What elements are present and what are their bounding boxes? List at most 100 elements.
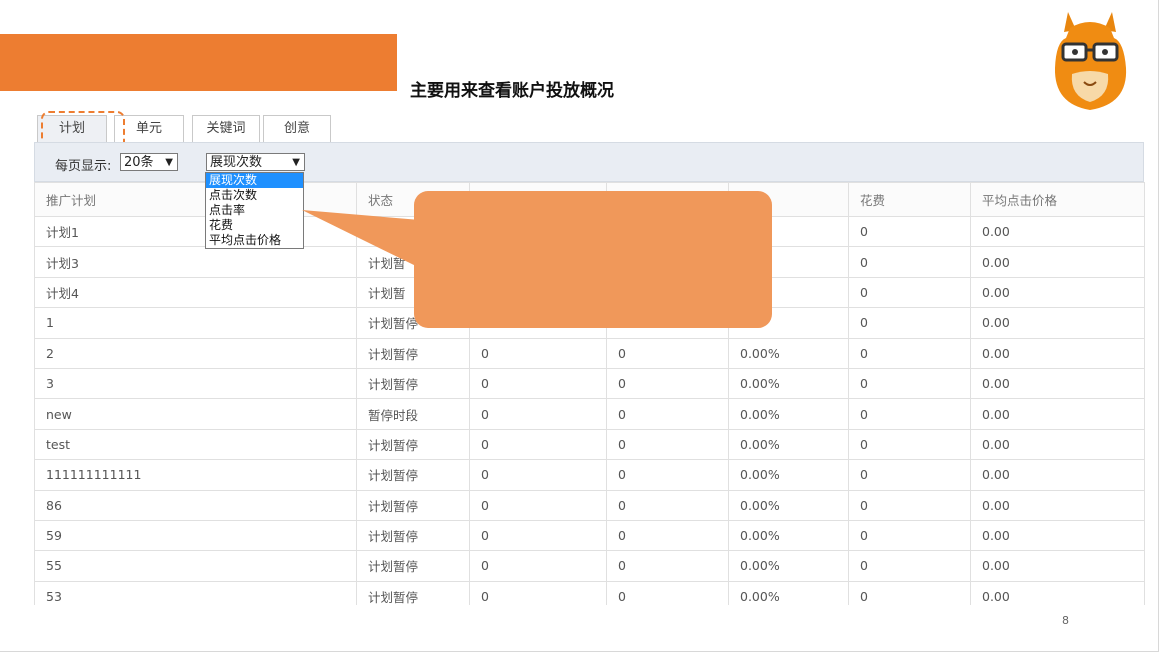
sort-option[interactable]: 点击次数	[206, 188, 303, 203]
cell-cost: 0	[848, 550, 971, 582]
col-header-avg-cpc[interactable]: 平均点击价格	[970, 182, 1145, 217]
table-row[interactable]: 53 计划暂停 0 0 0.00% 0 0.00	[34, 580, 1145, 606]
cell-impressions: 0	[469, 519, 607, 552]
tab-plan[interactable]: 计划	[37, 115, 107, 144]
cell-campaign[interactable]: test	[34, 428, 357, 461]
cell-campaign[interactable]: 3	[34, 367, 357, 400]
cell-avg-cpc: 0.00	[970, 428, 1145, 461]
cell-campaign[interactable]: 1	[34, 307, 357, 339]
cell-impressions: 0	[469, 337, 607, 369]
cell-clicks: 0	[606, 398, 729, 430]
cell-ctr: 0.00%	[728, 519, 849, 552]
sort-option[interactable]: 展现次数	[206, 173, 303, 188]
cell-cost: 0	[848, 428, 971, 461]
cell-cost: 0	[848, 519, 971, 552]
cell-cost: 0	[848, 398, 971, 430]
per-page-select[interactable]: 20条 ▼	[120, 153, 178, 171]
tab-creative[interactable]: 创意	[263, 115, 331, 142]
cell-avg-cpc: 0.00	[970, 459, 1145, 491]
sort-select[interactable]: 展现次数 ▼	[206, 153, 305, 171]
cell-ctr: 0.00%	[728, 459, 849, 491]
cell-clicks: 0	[606, 580, 729, 606]
title-accent-bar	[0, 34, 397, 91]
cell-avg-cpc: 0.00	[970, 489, 1145, 521]
cell-avg-cpc: 0.00	[970, 307, 1145, 339]
cell-ctr: 0.00%	[728, 367, 849, 400]
cell-cost: 0	[848, 489, 971, 521]
per-page-label: 每页显示:	[55, 159, 112, 174]
sort-option[interactable]: 花费	[206, 218, 303, 233]
per-page-value: 20条	[124, 155, 154, 170]
sort-dropdown-list: 展现次数 点击次数 点击率 花费 平均点击价格	[205, 172, 304, 249]
cell-avg-cpc: 0.00	[970, 519, 1145, 552]
table-row[interactable]: new 暂停时段 0 0 0.00% 0 0.00	[34, 398, 1145, 430]
cell-avg-cpc: 0.00	[970, 215, 1145, 248]
cell-status: 计划暂停	[356, 428, 470, 461]
col-header-cost[interactable]: 花费	[848, 182, 971, 217]
cell-avg-cpc: 0.00	[970, 550, 1145, 582]
cell-avg-cpc: 0.00	[970, 276, 1145, 309]
cell-cost: 0	[848, 367, 971, 400]
page-number: 8	[1062, 614, 1069, 627]
embedded-screenshot: 计划 单元 关键词 创意 每页显示: 20条 ▼ 展现次数 ▼ 展现次数 点击次…	[20, 110, 1150, 606]
cell-ctr: 0.00%	[728, 550, 849, 582]
cell-clicks: 0	[606, 428, 729, 461]
slide-heading: 主要用来查看账户投放概况	[410, 81, 614, 101]
cell-clicks: 0	[606, 550, 729, 582]
cell-clicks: 0	[606, 489, 729, 521]
cell-impressions: 0	[469, 580, 607, 606]
cell-status: 计划暂停	[356, 367, 470, 400]
cell-campaign[interactable]: 计划3	[34, 246, 357, 278]
cell-campaign[interactable]: 86	[34, 489, 357, 521]
cell-campaign[interactable]: 59	[34, 519, 357, 552]
cell-cost: 0	[848, 459, 971, 491]
cell-avg-cpc: 0.00	[970, 337, 1145, 369]
cell-clicks: 0	[606, 459, 729, 491]
table-row[interactable]: 55 计划暂停 0 0 0.00% 0 0.00	[34, 550, 1145, 582]
callout-box	[414, 191, 772, 328]
sort-option[interactable]: 点击率	[206, 203, 303, 218]
chevron-down-icon: ▼	[292, 157, 300, 168]
cell-campaign[interactable]: 55	[34, 550, 357, 582]
cell-campaign[interactable]: 2	[34, 337, 357, 369]
cell-status: 计划暂停	[356, 489, 470, 521]
cell-campaign[interactable]: 53	[34, 580, 357, 606]
table-row[interactable]: 111111111111 计划暂停 0 0 0.00% 0 0.00	[34, 459, 1145, 491]
cell-status: 计划暂停	[356, 459, 470, 491]
sort-option[interactable]: 平均点击价格	[206, 233, 303, 248]
tab-unit[interactable]: 单元	[114, 115, 184, 142]
table-row[interactable]: 2 计划暂停 0 0 0.00% 0 0.00	[34, 337, 1145, 369]
cell-clicks: 0	[606, 367, 729, 400]
filter-toolbar: 每页显示: 20条 ▼ 展现次数 ▼	[34, 142, 1144, 182]
table-row[interactable]: test 计划暂停 0 0 0.00% 0 0.00	[34, 428, 1145, 461]
cell-status: 计划暂停	[356, 550, 470, 582]
cell-cost: 0	[848, 215, 971, 248]
browser-status-strip	[20, 605, 1150, 606]
cell-campaign[interactable]: 111111111111	[34, 459, 357, 491]
col-header-campaign[interactable]: 推广计划	[34, 182, 357, 217]
cell-clicks: 0	[606, 337, 729, 369]
table-row[interactable]: 3 计划暂停 0 0 0.00% 0 0.00	[34, 367, 1145, 400]
cell-ctr: 0.00%	[728, 428, 849, 461]
table-row[interactable]: 59 计划暂停 0 0 0.00% 0 0.00	[34, 519, 1145, 552]
cell-impressions: 0	[469, 550, 607, 582]
cell-avg-cpc: 0.00	[970, 398, 1145, 430]
cell-impressions: 0	[469, 428, 607, 461]
cell-campaign[interactable]: 计划1	[34, 215, 357, 248]
cell-cost: 0	[848, 246, 971, 278]
cell-ctr: 0.00%	[728, 489, 849, 521]
cell-status: 计划暂停	[356, 519, 470, 552]
cell-campaign[interactable]: new	[34, 398, 357, 430]
cell-campaign[interactable]: 计划4	[34, 276, 357, 309]
cell-cost: 0	[848, 580, 971, 606]
cell-cost: 0	[848, 307, 971, 339]
cell-avg-cpc: 0.00	[970, 580, 1145, 606]
table-row[interactable]: 86 计划暂停 0 0 0.00% 0 0.00	[34, 489, 1145, 521]
cell-impressions: 0	[469, 398, 607, 430]
tab-keyword[interactable]: 关键词	[192, 115, 260, 142]
sort-value: 展现次数	[210, 155, 263, 170]
alpaca-mascot-icon	[1054, 12, 1127, 110]
cell-status: 暂停时段	[356, 398, 470, 430]
cell-impressions: 0	[469, 489, 607, 521]
cell-cost: 0	[848, 337, 971, 369]
